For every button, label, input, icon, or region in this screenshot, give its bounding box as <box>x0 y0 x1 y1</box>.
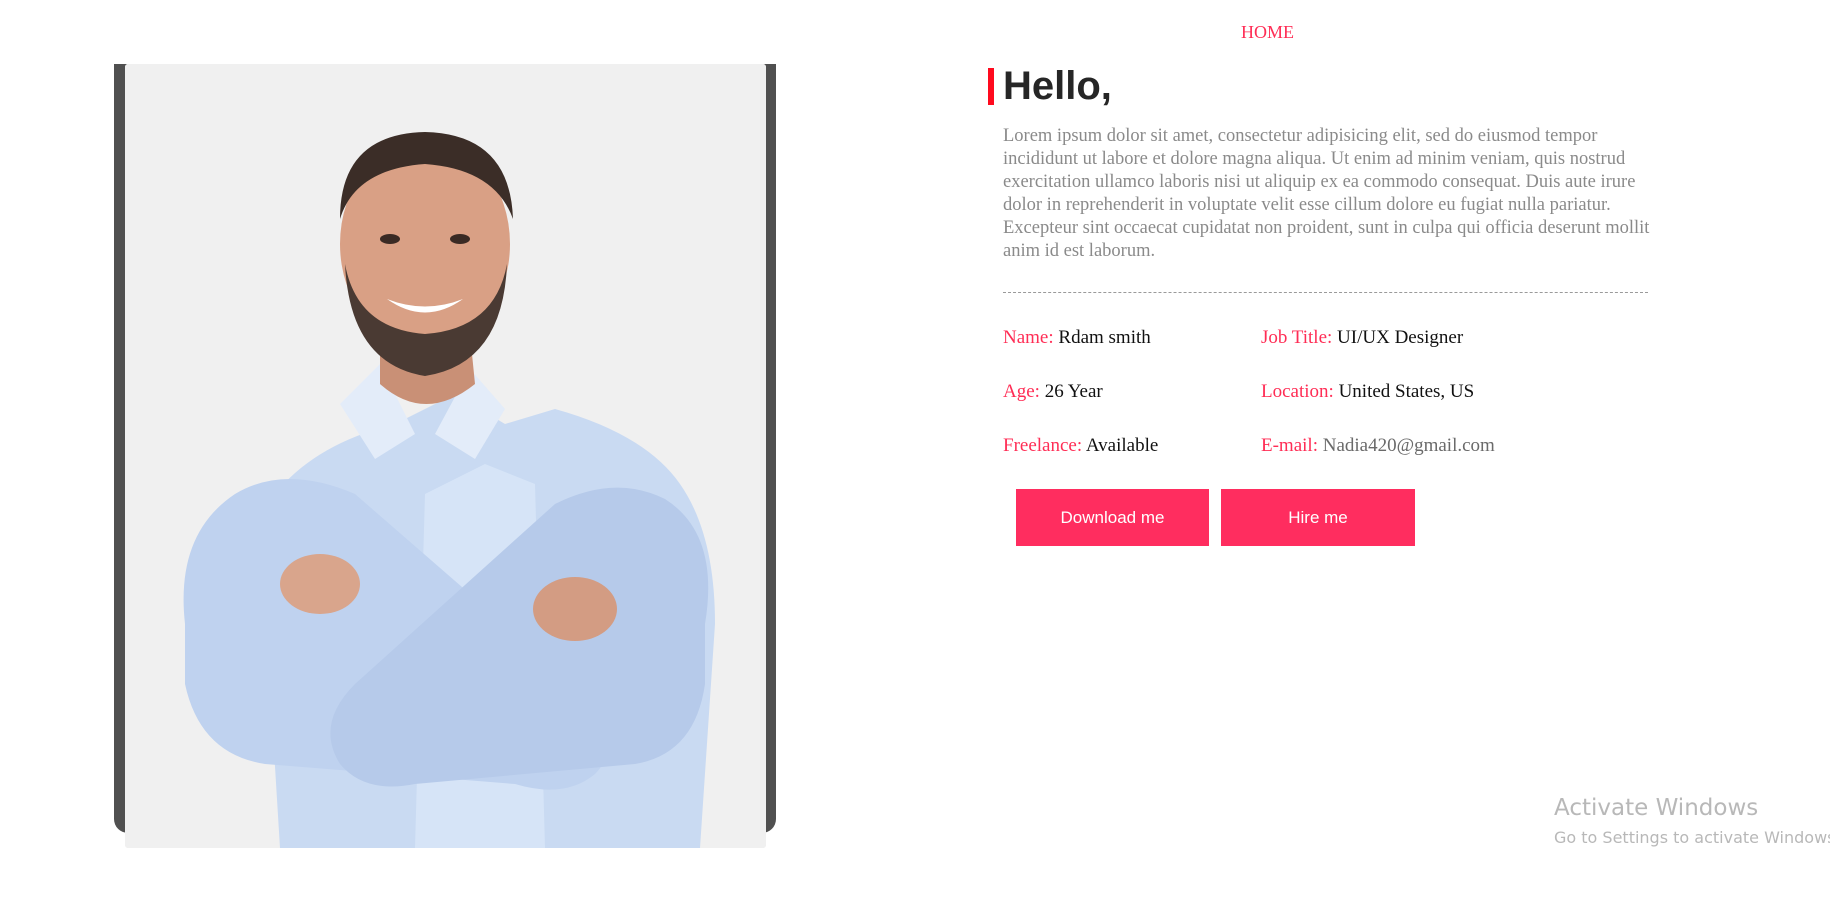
info-freelance-value: Available <box>1085 435 1159 456</box>
info-name-label: Name: <box>1003 327 1054 348</box>
info-age-label: Age: <box>1003 381 1040 402</box>
info-email-label: E-mail: <box>1261 435 1318 456</box>
info-email: E-mail: Nadia420@gmail.com <box>1261 434 1495 458</box>
section-divider <box>1003 292 1648 293</box>
greeting-title: Hello, <box>1003 64 1112 108</box>
bio-text: Lorem ipsum dolor sit amet, consectetur … <box>1003 126 1650 261</box>
info-freelance-label: Freelance: <box>1003 435 1083 456</box>
page: HOME Hello, Lorem ipsum dolor sit amet, … <box>0 0 1830 898</box>
info-job-title-value: UI/UX Designer <box>1337 327 1464 348</box>
info-location-value: United States, US <box>1338 381 1475 402</box>
activation-watermark-title: Activate Windows <box>1554 795 1759 821</box>
nav-home-link[interactable]: HOME <box>1241 22 1294 43</box>
info-age: Age: 26 Year <box>1003 380 1103 404</box>
activation-watermark-subtitle: Go to Settings to activate Windows. <box>1554 828 1830 847</box>
info-name: Name: Rdam smith <box>1003 326 1151 350</box>
hire-button[interactable]: Hire me <box>1221 489 1415 546</box>
info-job-title-label: Job Title: <box>1261 327 1333 348</box>
info-name-value: Rdam smith <box>1058 327 1151 348</box>
info-email-value[interactable]: Nadia420@gmail.com <box>1323 435 1495 456</box>
info-location-label: Location: <box>1261 381 1334 402</box>
download-button[interactable]: Download me <box>1016 489 1209 546</box>
greeting-accent-bar <box>988 68 994 105</box>
info-job-title: Job Title: UI/UX Designer <box>1261 326 1463 350</box>
info-age-value: 26 Year <box>1044 381 1103 402</box>
info-freelance: Freelance: Available <box>1003 434 1158 458</box>
profile-photo <box>125 64 766 848</box>
info-location: Location: United States, US <box>1261 380 1474 404</box>
